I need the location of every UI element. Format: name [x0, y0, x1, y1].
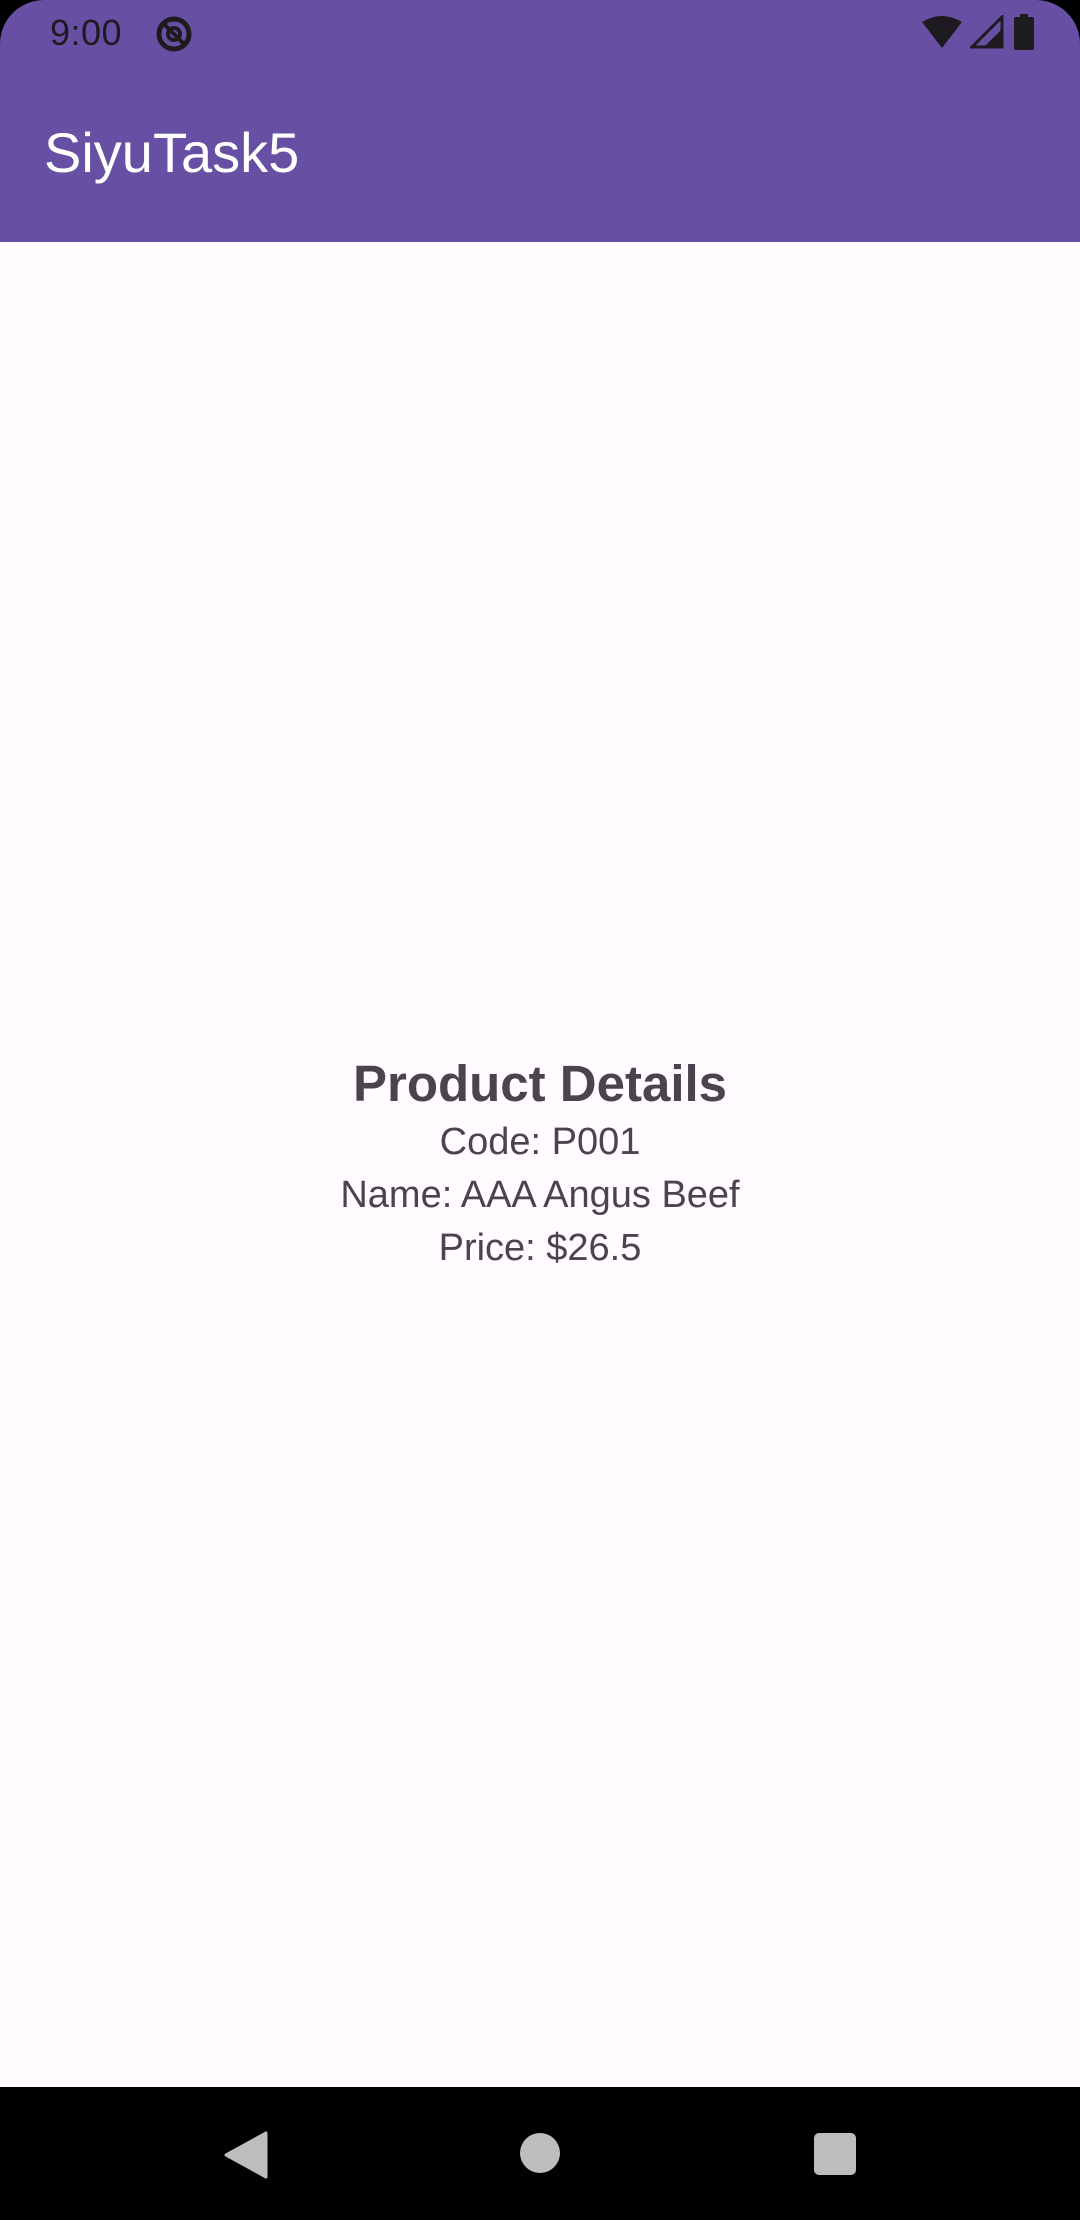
status-bar: 9:00 — [0, 0, 1080, 66]
main-content: Product Details Code: P001 Name: AAA Ang… — [0, 242, 1080, 2087]
recents-icon[interactable] — [814, 2133, 856, 2175]
product-details: Product Details Code: P001 Name: AAA Ang… — [0, 1052, 1080, 1275]
status-time: 9:00 — [50, 12, 123, 53]
app-bar: SiyuTask5 — [0, 66, 1080, 242]
navigation-bar — [0, 2087, 1080, 2220]
back-icon[interactable] — [222, 2131, 268, 2179]
app-notification-icon — [154, 14, 194, 54]
battery-icon — [1012, 13, 1036, 55]
wifi-icon — [922, 15, 962, 53]
product-code: Code: P001 — [439, 1121, 641, 1163]
product-name: Name: AAA Angus Beef — [340, 1174, 740, 1216]
product-price: Price: $26.5 — [438, 1227, 642, 1269]
product-details-heading: Product Details — [352, 1055, 728, 1112]
status-icons — [922, 12, 1036, 55]
cell-signal-icon — [968, 12, 1004, 54]
phone-screen: 9:00 SiyuTask5 Product Details Code: P00… — [0, 0, 1080, 2220]
home-icon[interactable] — [520, 2133, 560, 2173]
top-area: 9:00 SiyuTask5 — [0, 0, 1080, 242]
app-title: SiyuTask5 — [44, 121, 300, 184]
